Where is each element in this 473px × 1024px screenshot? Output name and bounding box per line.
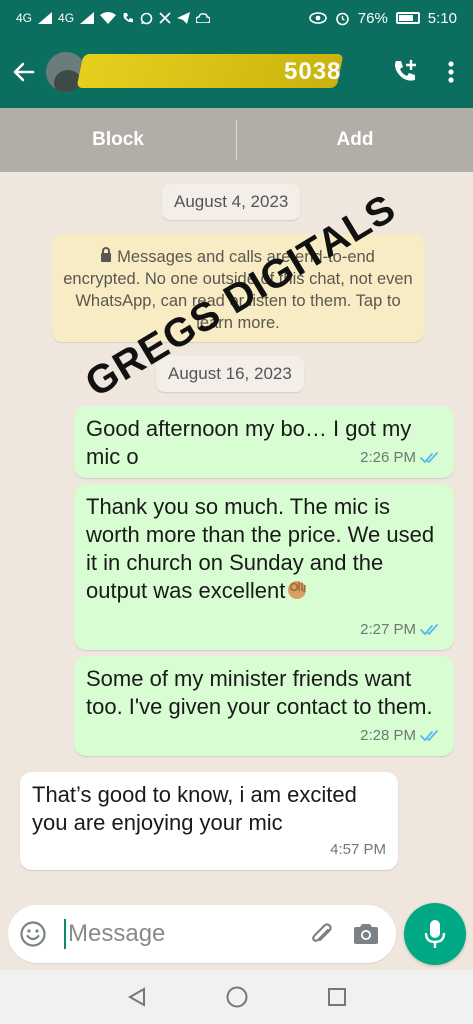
battery-icon [395, 12, 420, 24]
add-contact-button[interactable]: Add [237, 129, 473, 151]
nav-recents-icon[interactable] [323, 983, 351, 1011]
clock: 5:10 [427, 9, 457, 27]
message-time: 2:27 PM [360, 621, 416, 638]
message-bubble-outgoing[interactable]: Thank you so much. The mic is worth more… [74, 484, 454, 650]
eye-comfort-icon [308, 12, 327, 24]
message-time: 2:28 PM [360, 727, 416, 744]
wifi-icon [100, 12, 117, 24]
microphone-icon [424, 920, 446, 948]
chat-messages[interactable]: August 4, 2023 Messages and calls are en… [0, 172, 473, 900]
contact-name: 5038 [284, 58, 342, 85]
more-vertical-icon[interactable] [429, 48, 473, 96]
lock-icon [101, 247, 112, 262]
signal-label-2: 4G [58, 11, 75, 25]
x-icon [159, 12, 171, 24]
status-right: 76% 5:10 [308, 9, 457, 27]
text-cursor [64, 919, 66, 949]
status-bar: 4G 4G 76% 5:10 [0, 0, 473, 36]
unknown-contact-actions: Block Add [0, 108, 473, 172]
message-time: 2:26 PM [360, 449, 416, 466]
system-nav-bar [0, 970, 473, 1024]
paperclip-icon[interactable] [302, 905, 342, 963]
message-meta: 2:26 PM [360, 444, 442, 472]
chat-header: 5038 [0, 36, 473, 108]
message-meta: 2:28 PM [360, 722, 442, 750]
message-bubble-outgoing[interactable]: Good afternoon my bo… I got my mic o 2:2… [74, 406, 454, 478]
message-meta: 4:57 PM [330, 836, 386, 864]
nav-home-icon[interactable] [223, 983, 251, 1011]
signal-label-1: 4G [16, 11, 33, 25]
encryption-text: Messages and calls are end-to-end encryp… [63, 248, 413, 332]
message-text-wrap: Thank you so much. The mic is worth more… [86, 493, 442, 605]
message-input[interactable] [68, 920, 288, 948]
message-time: 4:57 PM [330, 841, 386, 858]
message-meta: 2:27 PM [360, 616, 442, 644]
smiley-icon[interactable] [8, 905, 58, 963]
ok-hand-emoji-icon [288, 581, 307, 599]
double-check-icon [420, 624, 438, 636]
message-bubble-incoming[interactable]: That’s good to know, i am excited you ar… [20, 772, 398, 870]
status-left: 4G 4G [16, 11, 211, 25]
telegram-icon [177, 12, 191, 24]
message-text: That’s good to know, i am excited you ar… [32, 782, 357, 835]
nav-back-icon[interactable] [123, 983, 151, 1011]
message-text: Some of my minister friends want too. I'… [86, 666, 433, 719]
battery-percent: 76% [357, 9, 388, 27]
message-composer [8, 905, 396, 963]
add-call-icon[interactable] [381, 48, 429, 96]
encryption-notice[interactable]: Messages and calls are end-to-end encryp… [52, 234, 424, 342]
date-chip: August 4, 2023 [162, 184, 301, 220]
microphone-button[interactable] [404, 903, 466, 965]
arrow-left-icon[interactable] [4, 36, 44, 108]
camera-icon[interactable] [342, 905, 390, 963]
signal-icon [38, 12, 53, 24]
date-chip: August 16, 2023 [156, 356, 304, 392]
header-actions [381, 48, 473, 96]
whatsapp-icon [140, 12, 153, 24]
phone-icon [123, 13, 134, 23]
double-check-icon [420, 730, 438, 742]
alarm-icon [335, 12, 349, 25]
message-bubble-outgoing[interactable]: Some of my minister friends want too. I'… [74, 656, 454, 756]
double-check-icon [420, 452, 438, 464]
signal-icon-2 [80, 12, 95, 24]
block-button[interactable]: Block [0, 129, 236, 151]
message-text: Thank you so much. The mic is worth more… [86, 494, 435, 603]
contact-title[interactable]: 5038 [76, 52, 344, 92]
cloud-icon [196, 13, 211, 23]
